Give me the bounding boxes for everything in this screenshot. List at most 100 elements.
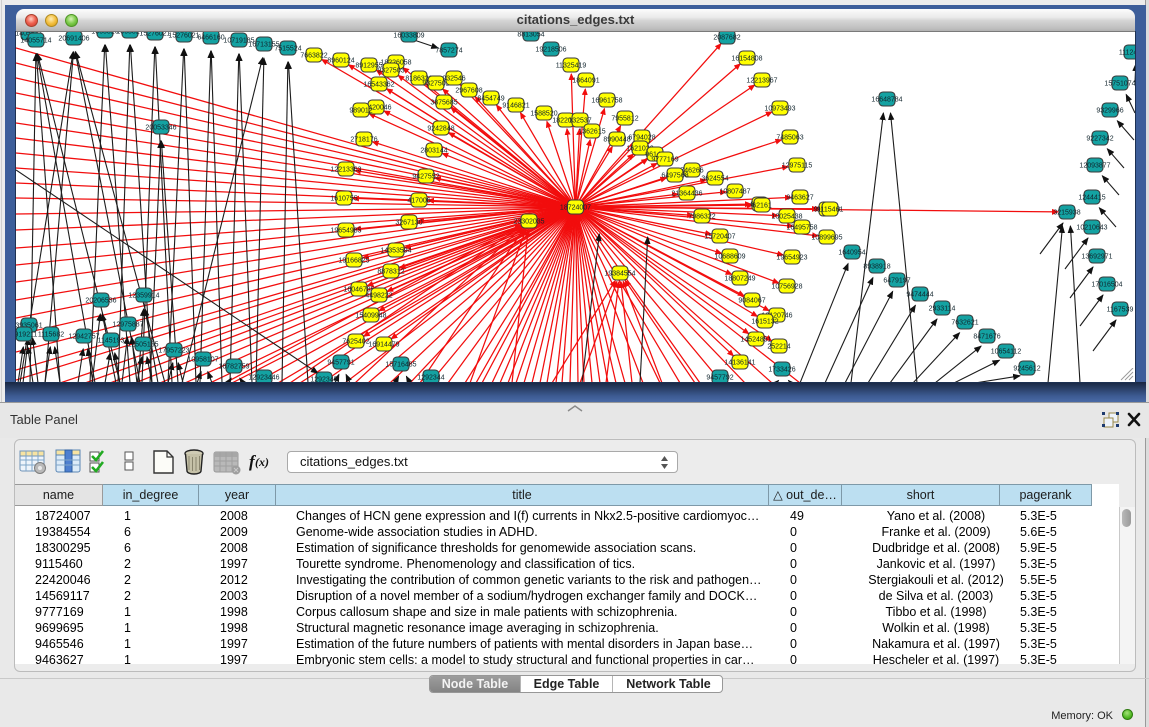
svg-text:6479197: 6479197 <box>883 278 910 285</box>
svg-text:16648784: 16648784 <box>871 97 902 104</box>
svg-text:6497568: 6497568 <box>661 173 688 180</box>
svg-text:9463627: 9463627 <box>786 195 813 202</box>
svg-text:16033809: 16033809 <box>393 33 424 40</box>
svg-text:17957223: 17957223 <box>158 348 189 355</box>
svg-text:16495758: 16495758 <box>786 225 817 232</box>
svg-text:16543362: 16543362 <box>363 82 394 89</box>
svg-text:13692971: 13692971 <box>1081 254 1112 261</box>
svg-text:3875685: 3875685 <box>430 100 457 107</box>
svg-text:12213967: 12213967 <box>746 78 777 85</box>
svg-text:3215938: 3215938 <box>1053 210 1080 217</box>
svg-text:14524851: 14524851 <box>740 337 771 344</box>
svg-text:11325419: 11325419 <box>556 63 587 70</box>
svg-text:12359914: 12359914 <box>128 293 159 300</box>
svg-text:1733426: 1733426 <box>768 367 795 374</box>
svg-text:3624554: 3624554 <box>701 176 728 183</box>
svg-text:21364436: 21364436 <box>671 191 702 198</box>
svg-text:7625402: 7625402 <box>342 339 369 346</box>
svg-text:(x): (x) <box>255 455 269 469</box>
svg-text:19654985: 19654985 <box>330 228 361 235</box>
svg-text:14055714: 14055714 <box>20 38 51 45</box>
svg-text:12942757: 12942757 <box>68 334 99 341</box>
svg-text:1115682: 1115682 <box>38 332 64 339</box>
svg-text:10973493: 10973493 <box>764 106 795 113</box>
svg-text:9242848: 9242848 <box>427 126 454 133</box>
svg-text:9474444: 9474444 <box>906 292 933 299</box>
svg-text:417006: 417006 <box>407 198 430 205</box>
svg-text:1292344: 1292344 <box>417 375 444 382</box>
svg-text:252214: 252214 <box>767 344 790 351</box>
svg-text:10210643: 10210643 <box>1076 225 1107 232</box>
svg-text:16782759: 16782759 <box>218 364 249 371</box>
svg-text:9427552: 9427552 <box>412 174 439 181</box>
svg-text:18724007: 18724007 <box>560 205 591 212</box>
svg-text:62161: 62161 <box>752 203 772 210</box>
svg-text:3919211: 3919211 <box>16 332 37 339</box>
svg-text:16961758: 16961758 <box>591 98 622 105</box>
svg-text:7986322: 7986322 <box>688 214 715 221</box>
svg-text:16914479: 16914479 <box>368 342 399 349</box>
svg-text:2087682: 2087682 <box>713 35 740 42</box>
svg-text:989012: 989012 <box>349 108 372 115</box>
svg-text:20053346: 20053346 <box>145 125 176 132</box>
svg-text:1112415: 1112415 <box>1119 50 1135 57</box>
svg-text:19384554: 19384554 <box>604 271 635 278</box>
svg-text:14353594: 14353594 <box>380 248 411 255</box>
svg-text:2803144: 2803144 <box>420 148 447 155</box>
svg-text:15720407: 15720407 <box>704 234 735 241</box>
svg-text:9457791: 9457791 <box>327 360 354 367</box>
svg-text:12093877: 12093877 <box>1079 163 1110 170</box>
svg-text:8813054: 8813054 <box>517 32 544 39</box>
svg-text:12213363: 12213363 <box>330 167 361 174</box>
svg-text:7857274: 7857274 <box>435 48 462 55</box>
svg-text:15716485: 15716485 <box>385 362 416 369</box>
svg-text:1610755: 1610755 <box>330 196 357 203</box>
svg-text:14136141: 14136141 <box>724 360 755 367</box>
svg-text:6466160: 6466160 <box>197 35 224 42</box>
svg-text:17016504: 17016504 <box>1091 282 1122 289</box>
svg-text:8471676: 8471676 <box>973 334 1000 341</box>
svg-text:9245612: 9245612 <box>1013 366 1040 373</box>
svg-text:23302035: 23302035 <box>513 219 544 226</box>
svg-text:20691406: 20691406 <box>58 36 89 43</box>
svg-text:7955812: 7955812 <box>611 116 638 123</box>
svg-text:9146821: 9146821 <box>502 103 529 110</box>
svg-text:20206536: 20206536 <box>85 298 116 305</box>
svg-text:19654923: 19654923 <box>776 255 807 262</box>
svg-text:1244415: 1244415 <box>1078 195 1105 202</box>
svg-text:12975887: 12975887 <box>112 322 143 329</box>
svg-text:15276021: 15276021 <box>168 33 199 40</box>
svg-text:1864091: 1864091 <box>572 78 599 85</box>
svg-text:1167539: 1167539 <box>1107 307 1134 314</box>
svg-text:9327503: 9327503 <box>377 68 404 75</box>
svg-text:10807487: 10807487 <box>719 189 750 196</box>
svg-text:8454749: 8454749 <box>477 96 504 103</box>
svg-text:7515524: 7515524 <box>274 46 301 53</box>
svg-text:10958107: 10958107 <box>187 357 218 364</box>
svg-text:7485063: 7485063 <box>776 135 803 142</box>
svg-text:7632621: 7632621 <box>951 320 978 327</box>
svg-text:19218506: 19218506 <box>535 47 566 54</box>
svg-text:8990448: 8990448 <box>603 137 630 144</box>
svg-text:2967608: 2967608 <box>455 88 482 95</box>
svg-text:15409948: 15409948 <box>355 313 386 320</box>
svg-text:1362615: 1362615 <box>578 129 605 136</box>
svg-text:10654112: 10654112 <box>991 349 1022 356</box>
svg-text:1588520: 1588520 <box>530 111 557 118</box>
svg-text:1145193: 1145193 <box>98 338 125 345</box>
svg-text:12923446: 12923446 <box>248 375 279 382</box>
svg-text:8878312: 8878312 <box>377 269 404 276</box>
svg-text:10688609: 10688609 <box>714 254 745 261</box>
svg-text:9329966: 9329966 <box>1096 108 1123 115</box>
svg-text:2933114: 2933114 <box>929 306 956 313</box>
svg-text:2718176: 2718176 <box>350 137 377 144</box>
svg-text:9115461: 9115461 <box>817 207 844 214</box>
svg-text:12505135: 12505135 <box>127 342 158 349</box>
svg-text:18807249: 18807249 <box>724 276 755 283</box>
svg-text:1065326: 1065326 <box>91 32 118 36</box>
svg-text:9227342: 9227342 <box>1086 136 1113 143</box>
svg-text:3267130: 3267130 <box>395 220 422 227</box>
svg-text:1292345: 1292345 <box>310 377 337 382</box>
svg-text:16154808: 16154808 <box>731 56 762 63</box>
svg-text:1640954: 1640954 <box>838 250 865 257</box>
